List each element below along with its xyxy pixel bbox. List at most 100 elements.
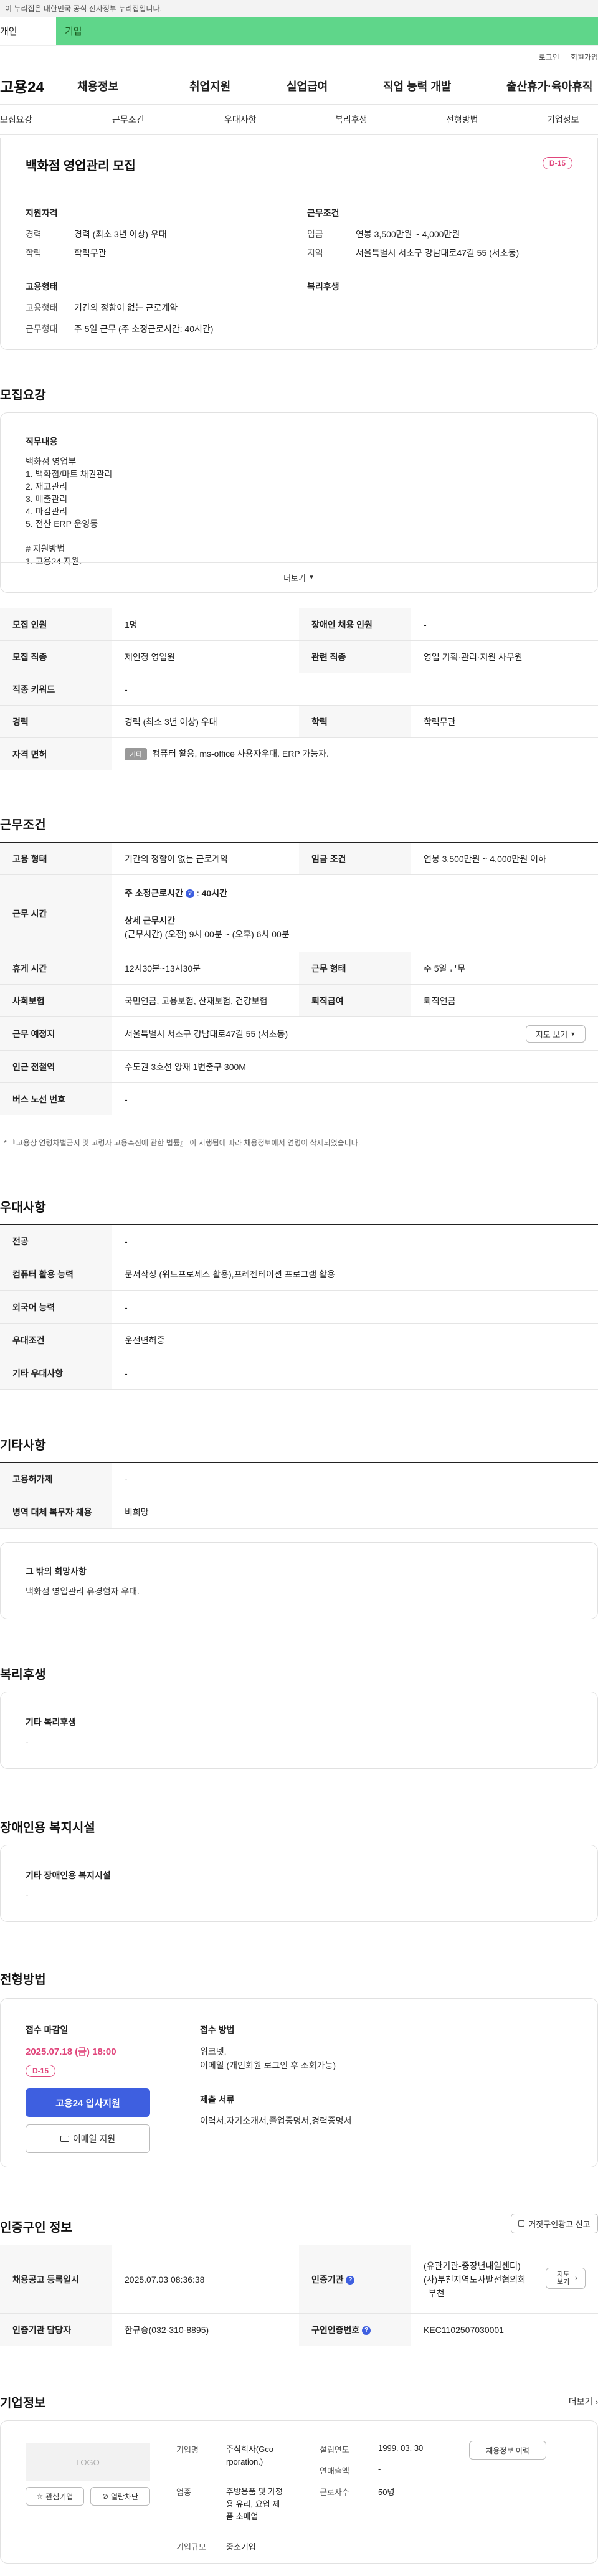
welfare-sub-heading: 기타 복리후생 — [26, 1717, 77, 1727]
summary-card: 백화점 영업관리 모집 D-15 지원자격 경력 경력 (최소 3년 이상) 우대… — [0, 138, 598, 350]
method-label: 접수 방법 — [200, 2025, 235, 2035]
table-row: 고용허가제 - — [0, 1462, 598, 1495]
emp-row-type: 고용형태 기간의 정함이 없는 근로계약 — [26, 303, 178, 313]
employment-list: 고용형태 기간의 정함이 없는 근로계약 근무형태 주 5일 근무 (주 소정근로시… — [26, 301, 213, 341]
more-label: 더보기 — [283, 574, 306, 583]
deadline-value: 2025.07.18 (금) 18:00 — [26, 2047, 116, 2057]
table-row: 자격 면허 기타 컴퓨터 활용, ms-office 사용자우대. ERP 가능자… — [0, 737, 598, 770]
cert-map-button[interactable]: 지도 보기 › — [546, 2268, 586, 2289]
preferences-heading: 우대사항 — [0, 1201, 46, 1215]
size-label: 기업규모 — [176, 2542, 206, 2552]
employees-label: 근로자수 — [320, 2488, 349, 2497]
table-row: 고용 형태 기간의 정함이 없는 근로계약 임금 조건 연봉 3,500만원 ~… — [0, 842, 598, 875]
info-icon[interactable]: ? — [362, 2326, 371, 2335]
tab-personal-label: 개인 — [0, 26, 17, 37]
table-row: 우대조건 운전면허증 — [0, 1323, 598, 1357]
docs-value: 이력서,자기소개서,졸업증명서,경력증명서 — [200, 2116, 352, 2126]
subnav-item-preferences[interactable]: 우대사항 — [224, 113, 335, 126]
subnav-item-selection[interactable]: 전형방법 — [446, 113, 547, 126]
disabled-value: - — [26, 1890, 29, 1900]
duty-lines: 백화점 영업부 1. 백화점/마트 채권관리 2. 재고관리 3. 매출관리 4… — [26, 457, 113, 566]
welfare-summary-heading: 복리후생 — [307, 282, 339, 291]
table-row: 병역 대체 복무자 채용 비희망 — [0, 1495, 598, 1529]
subnav-item-recruit[interactable]: 모집요강 — [0, 113, 112, 126]
certification-table: 채용공고 등록일시 2025.07.03 08:36:38 인증기관 ? (유관… — [0, 2245, 598, 2346]
welfare-value: - — [26, 1737, 29, 1747]
company-more-link[interactable]: 더보기 › — [569, 2395, 598, 2408]
welfare-heading: 복리후생 — [0, 1668, 46, 1682]
login-link[interactable]: 로그인 — [539, 52, 559, 62]
selection-card: 접수 마감일 2025.07.18 (금) 18:00 D-15 고용24 입사… — [0, 1998, 598, 2167]
site-logo[interactable]: 고용24 — [0, 75, 77, 97]
subnav-item-welfare[interactable]: 복리후생 — [335, 113, 446, 126]
global-nav: 고용24 채용정보 취업지원 실업급여 직업 능력 개발 출산휴가·육아휴직 — [0, 67, 598, 105]
map-button[interactable]: 지도 보기 ▼ — [526, 1025, 586, 1043]
wish-card: 그 밖의 희망사항 백화점 영업관리 유경험자 우대. — [0, 1542, 598, 1619]
conditions-table: 고용 형태 기간의 정함이 없는 근로계약 임금 조건 연봉 3,500만원 ~… — [0, 842, 598, 1115]
table-row: 기타 우대사항 - — [0, 1357, 598, 1390]
company-logo: LOGO — [26, 2443, 150, 2481]
gnb-item-unemployment[interactable]: 실업급여 — [287, 78, 383, 94]
duty-card: 직무내용 백화점 영업부 1. 백화점/마트 채권관리 2. 재고관리 3. 매… — [0, 412, 598, 593]
tab-company-label: 기업 — [65, 26, 82, 37]
info-icon[interactable]: ? — [185, 889, 194, 898]
tab-company[interactable]: 기업 — [56, 17, 598, 45]
dday-badge: D-15 — [542, 157, 572, 169]
qualification-list: 경력 경력 (최소 3년 이상) 우대 학력 학력무관 — [26, 228, 167, 265]
revenue-value: - — [378, 2465, 381, 2474]
job-title: 백화점 영업관리 모집 — [26, 159, 136, 173]
gnb-item-employment-support[interactable]: 취업지원 — [189, 78, 287, 94]
more-toggle[interactable]: 더보기 ▼ — [1, 562, 597, 592]
cond-row-wage: 임금 연봉 3,500만원 ~ 4,000만원 — [307, 229, 460, 239]
wish-text: 백화점 영업관리 유경험자 우대. — [26, 1586, 140, 1596]
signup-link[interactable]: 회원가입 — [571, 52, 598, 62]
table-row: 경력 경력 (최소 3년 이상) 우대 학력 학력무관 — [0, 705, 598, 738]
recruit-heading: 모집요강 — [0, 389, 46, 402]
company-name-value: 주식회사(Gco rporation.) — [226, 2445, 274, 2466]
gnb-item-vocational[interactable]: 직업 능력 개발 — [383, 78, 506, 94]
mail-icon — [60, 2136, 69, 2142]
apply-button[interactable]: 고용24 입사지원 — [26, 2088, 150, 2117]
selection-dday-badge: D-15 — [26, 2065, 56, 2077]
table-row: 인근 전철역 수도권 3호선 양재 1번출구 300M — [0, 1050, 598, 1083]
gov-banner: 이 누리집은 대한민국 공식 전자정부 누리집입니다. — [0, 0, 598, 17]
interest-company-button[interactable]: ☆ 관심기업 — [26, 2487, 84, 2506]
qualification-heading: 지원자격 — [26, 208, 58, 218]
block-view-button[interactable]: ⊘ 열람차단 — [90, 2487, 150, 2506]
info-icon[interactable]: ? — [346, 2275, 355, 2285]
subnav-item-conditions[interactable]: 근무조건 — [112, 113, 224, 126]
table-row: 전공 - — [0, 1224, 598, 1257]
subnav-item-company[interactable]: 기업정보 — [547, 113, 579, 126]
table-row: 근무 예정지 서울특별시 서초구 강남대로47길 55 (서초동) 지도 보기 ▼ — [0, 1016, 598, 1051]
revenue-label: 연매출액 — [320, 2466, 349, 2476]
section-nav: 모집요강 근무조건 우대사항 복리후생 전형방법 기업정보 — [0, 105, 598, 135]
license-badge: 기타 — [125, 748, 148, 760]
selection-heading: 전형방법 — [0, 1973, 46, 1987]
cond-row-region: 지역 서울특별시 서초구 강남대로47길 55 (서초동) — [307, 248, 520, 258]
star-icon: ☆ — [36, 2492, 44, 2501]
email-apply-button[interactable]: 이메일 지원 — [26, 2124, 150, 2153]
chevron-right-icon: › — [595, 2397, 598, 2407]
disabled-sub-heading: 기타 장애인용 복지시설 — [26, 1870, 111, 1880]
employees-value: 50명 — [378, 2488, 395, 2497]
table-row: 근무 시간 주 소정근로시간 ? : 40시간 상세 근무시간 (근무시간) (… — [0, 874, 598, 952]
qual-row-career: 경력 경력 (최소 3년 이상) 우대 — [26, 229, 167, 239]
docs-label: 제출 서류 — [200, 2095, 235, 2105]
report-button[interactable]: 거짓구인광고 신고 — [511, 2214, 598, 2233]
tab-personal[interactable]: 개인 — [0, 17, 56, 45]
employment-heading: 고용형태 — [26, 282, 58, 291]
table-row: 버스 노선 번호 - — [0, 1082, 598, 1115]
conditions-heading: 근무조건 — [307, 208, 339, 218]
report-icon — [518, 2220, 525, 2227]
table-row: 외국어 능력 - — [0, 1290, 598, 1324]
conditions-list: 임금 연봉 3,500만원 ~ 4,000만원 지역 서울특별시 서초구 강남대로4… — [307, 228, 519, 265]
utility-links: 로그인 회원가입 — [0, 46, 598, 67]
gnb-item-jobs[interactable]: 채용정보 — [77, 78, 189, 94]
gnb-item-parental-leave[interactable]: 출산휴가·육아휴직 — [506, 78, 592, 94]
qual-row-education: 학력 학력무관 — [26, 248, 107, 258]
chevron-right-icon: › — [575, 2275, 577, 2282]
table-row: 직종 키워드 - — [0, 673, 598, 706]
table-row: 채용공고 등록일시 2025.07.03 08:36:38 인증기관 ? (유관… — [0, 2245, 598, 2314]
table-row: 모집 인원 1명 장애인 채용 인원 - — [0, 608, 598, 641]
job-history-button[interactable]: 채용정보 이력 — [469, 2441, 546, 2460]
